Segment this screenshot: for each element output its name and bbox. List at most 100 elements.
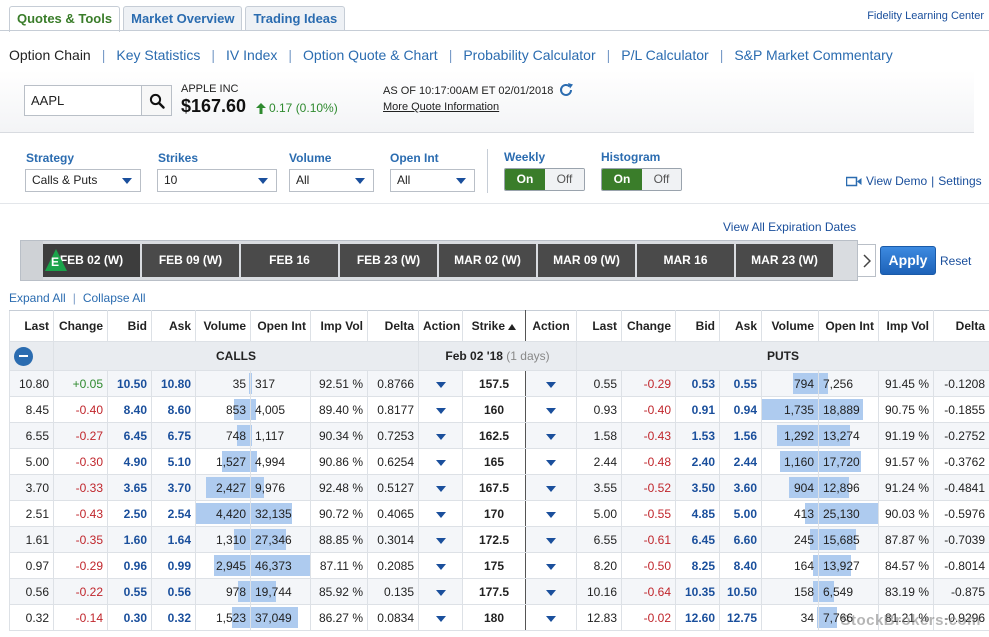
put-action-dropdown[interactable] <box>525 396 577 423</box>
put-action-dropdown[interactable] <box>525 552 577 579</box>
col-header-imp-vol[interactable]: Imp Vol <box>878 310 934 342</box>
col-header-bid[interactable]: Bid <box>675 310 720 342</box>
tab-trading-ideas[interactable]: Trading Ideas <box>245 6 346 31</box>
put-bid[interactable]: 3.50 <box>675 474 720 501</box>
expiration-mar23[interactable]: MAR 23 (W) <box>736 244 833 277</box>
call-action-dropdown[interactable] <box>418 448 463 475</box>
collapse-all-link[interactable]: Collapse All <box>83 291 146 305</box>
histogram-off-button[interactable]: Off <box>642 169 681 190</box>
symbol-input[interactable] <box>25 86 141 115</box>
subnav-probability-calculator[interactable]: Probability Calculator <box>463 47 595 63</box>
view-all-expirations-link[interactable]: View All Expiration Dates <box>723 220 856 234</box>
put-bid[interactable]: 10.35 <box>675 578 720 605</box>
call-ask[interactable]: 3.70 <box>151 474 196 501</box>
apply-button[interactable]: Apply <box>880 246 936 275</box>
call-ask[interactable]: 1.64 <box>151 526 196 553</box>
open-int-select[interactable]: All <box>390 169 475 192</box>
weekly-on-button[interactable]: On <box>505 169 545 190</box>
call-bid[interactable]: 3.65 <box>107 474 152 501</box>
call-ask[interactable]: 10.80 <box>151 370 196 397</box>
refresh-button[interactable] <box>558 82 574 101</box>
expiration-feb09[interactable]: FEB 09 (W) <box>142 244 239 277</box>
call-ask[interactable]: 6.75 <box>151 422 196 449</box>
expiration-mar09[interactable]: MAR 09 (W) <box>538 244 635 277</box>
col-header-open-int[interactable]: Open Int <box>250 310 311 342</box>
subnav-key-statistics[interactable]: Key Statistics <box>116 47 200 63</box>
subnav-option-chain[interactable]: Option Chain <box>9 47 91 63</box>
put-bid[interactable]: 8.25 <box>675 552 720 579</box>
call-action-dropdown[interactable] <box>418 578 463 605</box>
col-header-ask[interactable]: Ask <box>151 310 196 342</box>
expiration-feb16[interactable]: FEB 16 <box>241 244 338 277</box>
col-header-ask[interactable]: Ask <box>719 310 762 342</box>
put-bid[interactable]: 4.85 <box>675 500 720 527</box>
put-ask[interactable]: 6.60 <box>719 526 762 553</box>
put-bid[interactable]: 1.53 <box>675 422 720 449</box>
call-ask[interactable]: 5.10 <box>151 448 196 475</box>
tab-quotes-tools[interactable]: Quotes & Tools <box>9 6 121 32</box>
call-bid[interactable]: 0.55 <box>107 578 152 605</box>
call-bid[interactable]: 4.90 <box>107 448 152 475</box>
put-action-dropdown[interactable] <box>525 370 577 397</box>
call-ask[interactable]: 0.32 <box>151 604 196 631</box>
call-action-dropdown[interactable] <box>418 474 463 501</box>
call-bid[interactable]: 8.40 <box>107 396 152 423</box>
call-ask[interactable]: 0.99 <box>151 552 196 579</box>
put-ask[interactable]: 5.00 <box>719 500 762 527</box>
call-bid[interactable]: 0.96 <box>107 552 152 579</box>
put-ask[interactable]: 0.55 <box>719 370 762 397</box>
put-action-dropdown[interactable] <box>525 526 577 553</box>
call-ask[interactable]: 8.60 <box>151 396 196 423</box>
put-action-dropdown[interactable] <box>525 422 577 449</box>
put-ask[interactable]: 10.50 <box>719 578 762 605</box>
expand-all-link[interactable]: Expand All <box>9 291 66 305</box>
call-action-dropdown[interactable] <box>418 396 463 423</box>
col-header-delta[interactable]: Delta <box>367 310 419 342</box>
histogram-on-button[interactable]: On <box>602 169 642 190</box>
search-button[interactable] <box>141 86 171 115</box>
next-expirations-button[interactable] <box>857 244 876 277</box>
col-header-last[interactable]: Last <box>576 310 622 342</box>
call-bid[interactable]: 10.50 <box>107 370 152 397</box>
volume-select[interactable]: All <box>289 169 374 192</box>
learning-center-link[interactable]: Fidelity Learning Center <box>867 10 984 22</box>
put-action-dropdown[interactable] <box>525 604 577 631</box>
put-ask[interactable]: 0.94 <box>719 396 762 423</box>
put-ask[interactable]: 1.56 <box>719 422 762 449</box>
put-action-dropdown[interactable] <box>525 578 577 605</box>
col-header-last[interactable]: Last <box>9 310 54 342</box>
col-header-strike[interactable]: Strike <box>462 310 526 342</box>
call-bid[interactable]: 0.30 <box>107 604 152 631</box>
put-action-dropdown[interactable] <box>525 474 577 501</box>
col-header-bid[interactable]: Bid <box>107 310 152 342</box>
col-header-change[interactable]: Change <box>621 310 676 342</box>
call-bid[interactable]: 2.50 <box>107 500 152 527</box>
more-quote-link[interactable]: More Quote Information <box>383 101 499 113</box>
col-header-volume[interactable]: Volume <box>761 310 819 342</box>
call-action-dropdown[interactable] <box>418 370 463 397</box>
col-header-imp-vol[interactable]: Imp Vol <box>310 310 368 342</box>
subnav-sp-market-commentary[interactable]: S&P Market Commentary <box>734 47 892 63</box>
put-bid[interactable]: 2.40 <box>675 448 720 475</box>
strategy-select[interactable]: Calls & Puts <box>25 169 141 192</box>
col-header-open-int[interactable]: Open Int <box>818 310 879 342</box>
subnav-option-quote-chart[interactable]: Option Quote & Chart <box>303 47 438 63</box>
expiration-feb23[interactable]: FEB 23 (W) <box>340 244 437 277</box>
col-header-volume[interactable]: Volume <box>195 310 251 342</box>
settings-link[interactable]: Settings <box>938 174 981 188</box>
weekly-off-button[interactable]: Off <box>545 169 584 190</box>
put-ask[interactable]: 12.75 <box>719 604 762 631</box>
view-demo-link[interactable]: View Demo <box>866 174 927 188</box>
call-bid[interactable]: 6.45 <box>107 422 152 449</box>
put-bid[interactable]: 12.60 <box>675 604 720 631</box>
call-action-dropdown[interactable] <box>418 604 463 631</box>
subnav-pl-calculator[interactable]: P/L Calculator <box>621 47 708 63</box>
subnav-iv-index[interactable]: IV Index <box>226 47 277 63</box>
strikes-select[interactable]: 10 <box>157 169 277 192</box>
call-action-dropdown[interactable] <box>418 500 463 527</box>
tab-market-overview[interactable]: Market Overview <box>123 6 243 31</box>
call-action-dropdown[interactable] <box>418 526 463 553</box>
put-ask[interactable]: 8.40 <box>719 552 762 579</box>
collapse-icon[interactable] <box>14 346 33 366</box>
expiration-mar16[interactable]: MAR 16 <box>637 244 734 277</box>
